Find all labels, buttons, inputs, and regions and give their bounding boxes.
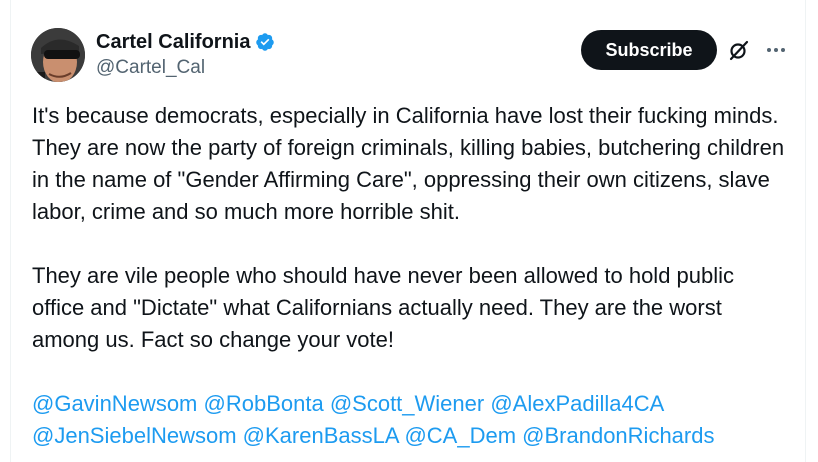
tweet-card: Cartel California @Cartel_Cal Subscribe … xyxy=(10,0,806,462)
tweet-paragraph: It's because democrats, especially in Ca… xyxy=(32,103,785,224)
grok-icon[interactable] xyxy=(727,38,751,62)
tweet-text: It's because democrats, especially in Ca… xyxy=(32,100,792,452)
tweet-paragraph: They are vile people who should have nev… xyxy=(32,263,735,352)
mention-link[interactable]: @GavinNewsom xyxy=(32,391,197,416)
avatar-image xyxy=(31,28,85,82)
more-options-icon[interactable] xyxy=(764,38,788,62)
mention-link[interactable]: @JenSiebelNewsom xyxy=(32,423,237,448)
mention-link[interactable]: @KarenBassLA xyxy=(243,423,399,448)
avatar[interactable] xyxy=(31,28,85,82)
mention-link[interactable]: @CA_Dem xyxy=(404,423,516,448)
mention-link[interactable]: @BrandonRichards xyxy=(522,423,714,448)
subscribe-button[interactable]: Subscribe xyxy=(581,30,717,70)
mention-link[interactable]: @RobBonta xyxy=(204,391,324,416)
author-display-name[interactable]: Cartel California xyxy=(96,30,250,54)
mention-link[interactable]: @Scott_Wiener xyxy=(330,391,484,416)
author-handle[interactable]: @Cartel_Cal xyxy=(96,56,205,80)
author-name-row[interactable]: Cartel California xyxy=(96,30,275,54)
mention-link[interactable]: @AlexPadilla4CA xyxy=(490,391,664,416)
verified-badge-icon xyxy=(256,33,275,51)
mentions-block: @GavinNewsom @RobBonta @Scott_Wiener @Al… xyxy=(32,388,792,452)
